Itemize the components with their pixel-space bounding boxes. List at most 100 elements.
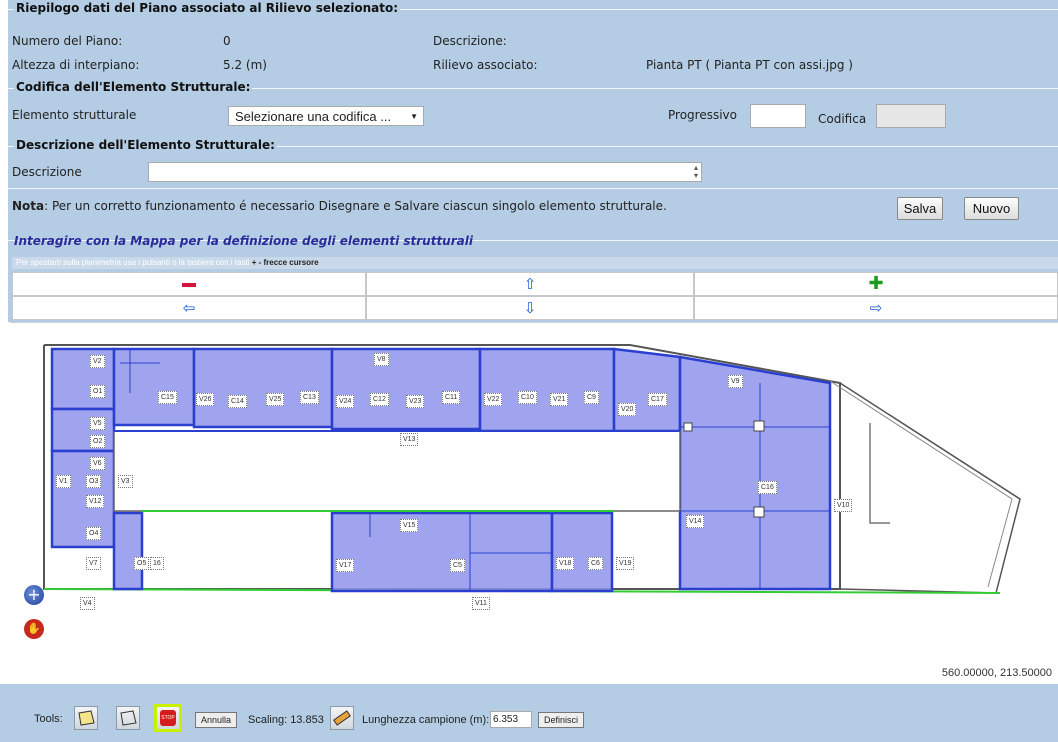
pan-control-icon[interactable]: +	[24, 585, 44, 605]
structural-element-label[interactable]: V21	[550, 393, 569, 406]
structural-element-label[interactable]: V13	[400, 433, 419, 446]
stop-tool[interactable]: STOP	[154, 704, 182, 732]
descrizione-legend: Descrizione dell'Elemento Strutturale:	[14, 138, 277, 152]
nota-body: : Per un corretto funzionamento é necess…	[44, 199, 667, 213]
nota-prefix: Nota	[12, 199, 45, 213]
structural-element-label[interactable]: C12	[370, 393, 389, 406]
structural-element-label[interactable]: V25	[266, 393, 285, 406]
progressivo-label: Progressivo	[668, 108, 737, 122]
numero-piano-label: Numero del Piano:	[12, 34, 123, 48]
numero-piano-value: 0	[223, 34, 231, 48]
riepilogo-legend: Riepilogo dati del Piano associato al Ri…	[14, 1, 401, 15]
floor-plan-map[interactable]: V2 O1 V5 O2 V6 V1 O3 V3 V12 O4 V7 O5 16 V4 C15 V26 C14 V2…	[10, 322, 1058, 685]
structural-element-label[interactable]: V18	[556, 557, 575, 570]
descrizione-piano-label: Descrizione:	[433, 34, 507, 48]
structural-element-label[interactable]: C10	[518, 391, 537, 404]
rilievo-value: Pianta PT ( Pianta PT con assi.jpg )	[646, 58, 853, 72]
structural-element-label[interactable]: O4	[86, 527, 102, 540]
pan-up-button[interactable]: ⇧	[366, 272, 694, 296]
structural-element-label[interactable]: V24	[336, 395, 355, 408]
structural-element-label[interactable]: O3	[86, 475, 102, 488]
structural-element-label[interactable]: C9	[584, 391, 599, 404]
structural-element-label[interactable]: V23	[406, 395, 425, 408]
arrow-right-icon: ⇨	[869, 299, 883, 317]
definisci-button[interactable]: Definisci	[538, 712, 585, 728]
descrizione-textarea[interactable]: ▴ ▾	[148, 162, 702, 182]
lunghezza-input[interactable]: 6.353	[490, 711, 532, 728]
resize-spinner-icon: ▴ ▾	[693, 163, 698, 180]
structural-element-label[interactable]: V17	[336, 559, 355, 572]
structural-element-label[interactable]: V4	[80, 597, 95, 610]
minus-icon	[182, 282, 196, 287]
draw-polygon-tool[interactable]	[74, 706, 98, 730]
codifica-select[interactable]: Selezionare una codifica ... ▼	[228, 106, 424, 126]
nota-text: Nota: Per un corretto funzionamento é ne…	[12, 199, 667, 213]
altezza-label: Altezza di interpiano:	[12, 58, 140, 72]
plus-icon: ✚	[868, 273, 884, 294]
tools-toolbar: Tools: STOP Annulla Scaling: 13.853 Lung…	[0, 684, 1058, 742]
arrow-up-icon: ⇧	[523, 275, 537, 293]
codifica-legend: Codifica dell'Elemento Strutturale:	[14, 80, 253, 94]
structural-element-label[interactable]: V22	[484, 393, 503, 406]
annulla-button[interactable]: Annulla	[195, 712, 238, 728]
edit-polygon-icon	[120, 710, 137, 726]
scaling-text: Scaling: 13.853	[248, 714, 324, 726]
structural-element-label[interactable]: C15	[158, 391, 177, 404]
codifica-select-value: Selezionare una codifica ...	[235, 109, 392, 124]
pan-left-button[interactable]: ⇦	[12, 296, 366, 320]
structural-element-label[interactable]: O5	[134, 557, 150, 570]
chevron-down-icon: ▼	[410, 112, 418, 121]
structural-element-label[interactable]: C14	[228, 395, 247, 408]
structural-element-label[interactable]: O2	[90, 435, 106, 448]
structural-element-label[interactable]: C5	[450, 559, 465, 572]
structural-element-label[interactable]: V26	[196, 393, 215, 406]
codifica-output	[876, 104, 946, 128]
structural-element-label[interactable]: V15	[400, 519, 419, 532]
structural-element-label[interactable]: V1	[56, 475, 71, 488]
structural-element-label[interactable]: V10	[834, 499, 853, 512]
hand-tool-icon[interactable]: ✋	[24, 619, 44, 639]
zoom-in-button[interactable]: ✚	[694, 272, 1058, 296]
measure-tool[interactable]	[330, 706, 354, 730]
arrow-left-icon: ⇦	[182, 299, 196, 317]
ruler-icon	[333, 710, 351, 726]
progressivo-input[interactable]	[750, 104, 806, 128]
navigation-hint: Per spostarti sulla planimetria usa i pu…	[12, 257, 1058, 269]
structural-element-label[interactable]: C6	[588, 557, 603, 570]
structural-element-label[interactable]: V2	[90, 355, 105, 368]
rilievo-label: Rilievo associato:	[433, 58, 538, 72]
structural-element-label[interactable]: O1	[90, 385, 106, 398]
structural-element-label[interactable]: V9	[728, 375, 743, 388]
structural-element-label[interactable]: C17	[648, 393, 667, 406]
tools-label: Tools:	[34, 713, 63, 725]
structural-element-label[interactable]: V11	[472, 597, 490, 610]
arrow-down-icon: ⇩	[523, 299, 537, 317]
structural-element-label[interactable]: V6	[90, 457, 105, 470]
structural-element-label[interactable]: V8	[374, 353, 389, 366]
structural-element-label[interactable]: C16	[758, 481, 777, 494]
stop-icon: STOP	[160, 710, 176, 726]
structural-element-label[interactable]: 16	[150, 557, 164, 570]
plan-summary-panel: Riepilogo dati del Piano associato al Ri…	[8, 0, 1058, 226]
pan-right-button[interactable]: ⇨	[694, 296, 1058, 320]
codifica-label: Codifica	[818, 112, 867, 126]
descrizione-label: Descrizione	[12, 165, 82, 179]
map-title: Interagire con la Mappa per la definizio…	[14, 234, 473, 248]
nuovo-button[interactable]: Nuovo	[964, 197, 1019, 220]
structural-element-label[interactable]: C13	[300, 391, 319, 404]
zoom-out-button[interactable]	[12, 272, 366, 296]
altezza-value: 5.2 (m)	[223, 58, 267, 72]
salva-button[interactable]: Salva	[897, 197, 943, 220]
structural-element-label[interactable]: C11	[442, 391, 461, 404]
structural-element-label[interactable]: V19	[616, 557, 635, 570]
modify-polygon-tool[interactable]	[116, 706, 140, 730]
structural-element-label[interactable]: V14	[686, 515, 705, 528]
structural-element-label[interactable]: V3	[118, 475, 133, 488]
pan-down-button[interactable]: ⇩	[366, 296, 694, 320]
structural-element-label[interactable]: V7	[86, 557, 101, 570]
lunghezza-label: Lunghezza campione (m):	[362, 714, 490, 726]
structural-element-label[interactable]: V12	[86, 495, 105, 508]
polygon-icon	[78, 710, 95, 726]
structural-element-label[interactable]: V5	[90, 417, 105, 430]
structural-element-label[interactable]: V20	[618, 403, 637, 416]
